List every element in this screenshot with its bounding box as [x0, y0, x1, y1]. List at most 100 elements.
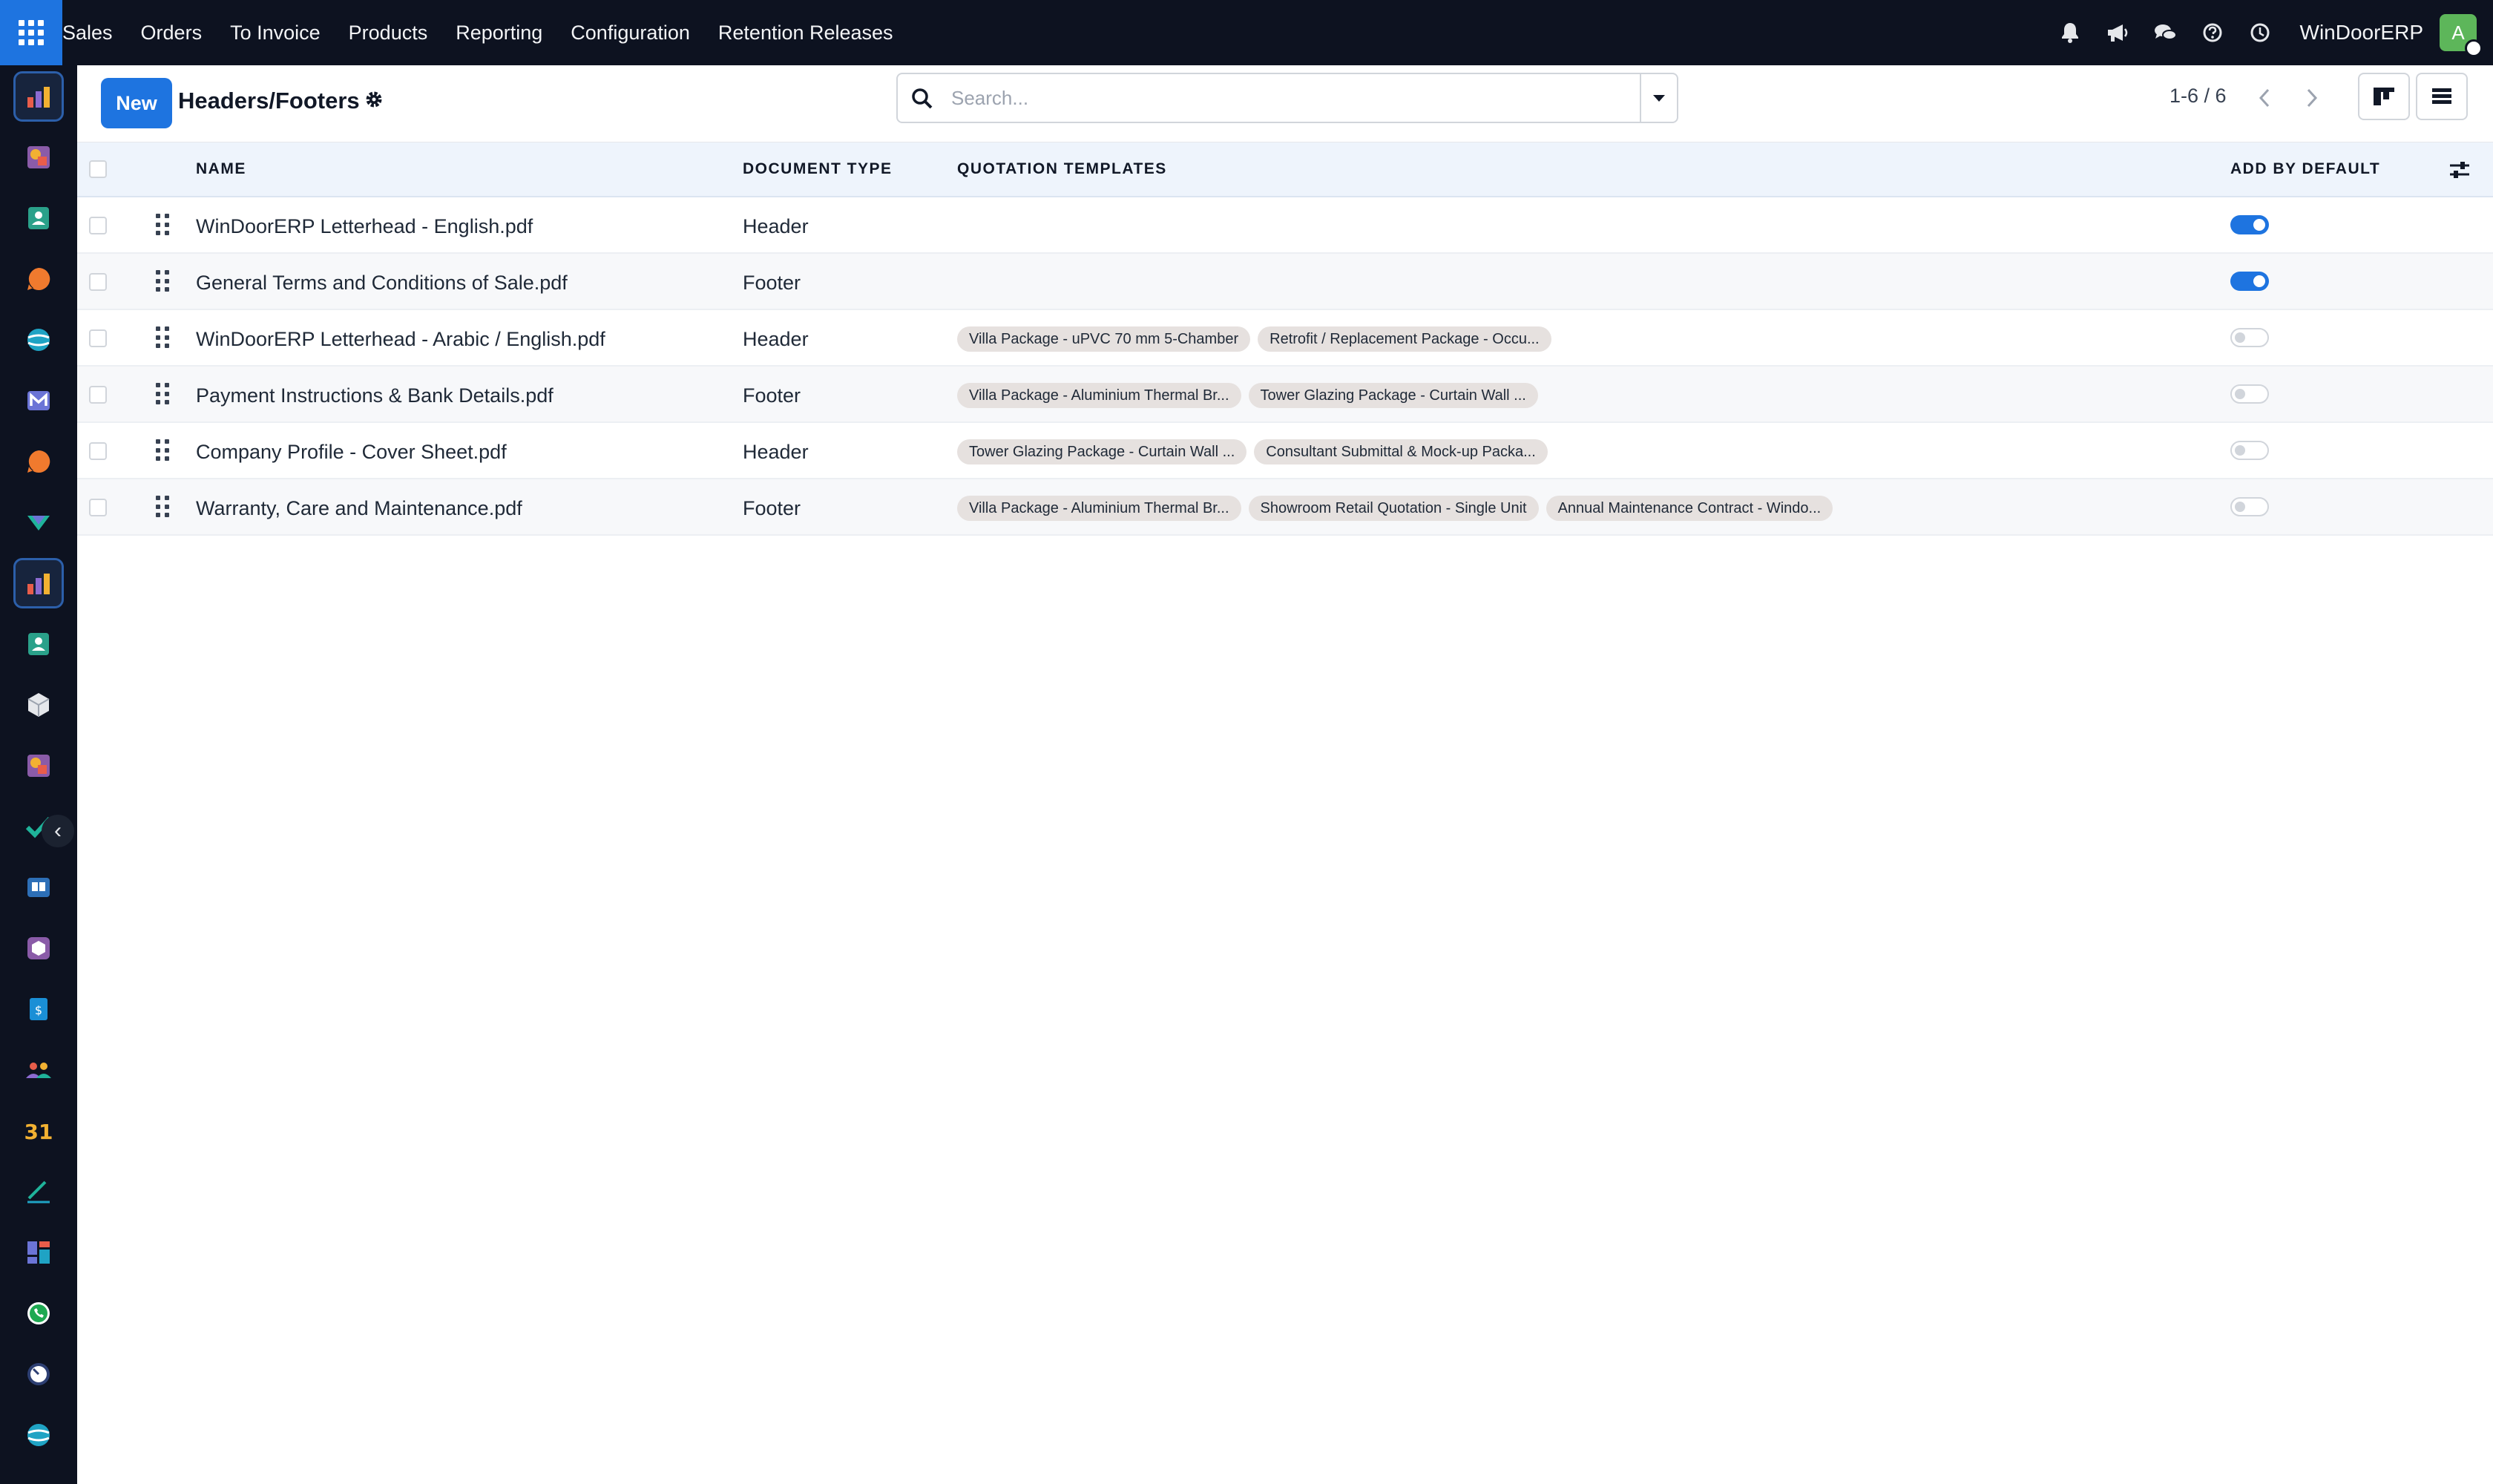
select-all-checkbox[interactable]	[89, 160, 107, 178]
add-by-default-toggle[interactable]	[2230, 215, 2269, 234]
kanban-view-button[interactable]	[2358, 73, 2410, 120]
website-app-icon[interactable]	[13, 315, 64, 365]
cell-name: Payment Instructions & Bank Details.pdf	[196, 384, 554, 407]
table-row[interactable]: Company Profile - Cover Sheet.pdf Header…	[77, 423, 2493, 479]
app-root: Sales Orders To Invoice Products Reporti…	[0, 0, 2493, 1484]
discuss-app-icon[interactable]	[13, 254, 64, 304]
chat-icon[interactable]	[2141, 0, 2189, 65]
search-options-toggle[interactable]	[1640, 74, 1677, 122]
menu-to-invoice[interactable]: To Invoice	[230, 22, 321, 45]
search-input[interactable]	[951, 82, 1619, 114]
pos-app-icon[interactable]	[13, 132, 64, 183]
knowledge-app-icon[interactable]	[13, 862, 64, 913]
gear-icon[interactable]	[362, 88, 386, 111]
cell-document-type: Header	[743, 215, 809, 237]
invoicing-app-icon[interactable]: $	[13, 984, 64, 1034]
menu-sales[interactable]: Sales	[62, 22, 113, 45]
pager-value[interactable]: 1-6 / 6	[2170, 85, 2227, 108]
table-row[interactable]: WinDoorERP Letterhead - Arabic / English…	[77, 310, 2493, 367]
row-checkbox[interactable]	[89, 386, 107, 404]
table-row[interactable]: General Terms and Conditions of Sale.pdf…	[77, 254, 2493, 310]
control-panel: New Headers/Footers 1-6 / 6	[77, 65, 2493, 142]
table-body: WinDoorERP Letterhead - English.pdf Head…	[77, 197, 2493, 536]
table-row[interactable]: WinDoorERP Letterhead - English.pdf Head…	[77, 197, 2493, 254]
calendar-app-icon[interactable]: 31	[13, 1106, 64, 1156]
top-navbar: Sales Orders To Invoice Products Reporti…	[0, 0, 2493, 65]
pager-previous-button[interactable]	[2244, 76, 2285, 120]
row-checkbox[interactable]	[89, 217, 107, 234]
presence-status-icon	[2465, 39, 2483, 57]
table-row[interactable]: Payment Instructions & Bank Details.pdf …	[77, 367, 2493, 423]
pager-next-button[interactable]	[2291, 76, 2333, 120]
template-tag[interactable]: Villa Package - Aluminium Thermal Br...	[957, 383, 1241, 408]
drag-handle-icon[interactable]	[156, 383, 171, 405]
row-checkbox[interactable]	[89, 329, 107, 347]
cell-quotation-templates: Villa Package - uPVC 70 mm 5-Chamber Ret…	[957, 326, 1559, 352]
drag-handle-icon[interactable]	[156, 270, 171, 292]
template-tag[interactable]: Retrofit / Replacement Package - Occu...	[1258, 326, 1551, 352]
app-menu-button[interactable]	[0, 0, 62, 65]
sliders-icon[interactable]	[2447, 157, 2472, 183]
dashboard-app-icon[interactable]	[13, 1227, 64, 1278]
add-by-default-toggle[interactable]	[2230, 441, 2269, 460]
menu-orders[interactable]: Orders	[141, 22, 203, 45]
sidebar-collapse-button[interactable]: ‹	[42, 815, 74, 847]
add-by-default-toggle[interactable]	[2230, 328, 2269, 347]
menu-reporting[interactable]: Reporting	[456, 22, 542, 45]
table-row[interactable]: Warranty, Care and Maintenance.pdf Foote…	[77, 479, 2493, 536]
sign-app-icon[interactable]	[13, 1166, 64, 1217]
email-marketing-app-icon[interactable]	[13, 375, 64, 426]
whatsapp-app-icon[interactable]	[13, 1288, 64, 1339]
bell-icon[interactable]	[2046, 0, 2094, 65]
drag-handle-icon[interactable]	[156, 439, 171, 462]
template-tag[interactable]: Annual Maintenance Contract - Windo...	[1546, 496, 1833, 521]
page-title: Headers/Footers	[178, 88, 360, 114]
timesheet-app-icon[interactable]	[13, 1349, 64, 1399]
template-tag[interactable]: Villa Package - uPVC 70 mm 5-Chamber	[957, 326, 1251, 352]
cell-document-type: Header	[743, 328, 809, 350]
drag-handle-icon[interactable]	[156, 496, 171, 518]
template-tag[interactable]: Villa Package - Aluminium Thermal Br...	[957, 496, 1241, 521]
package-app-icon[interactable]	[13, 923, 64, 974]
template-tag[interactable]: Tower Glazing Package - Curtain Wall ...	[1248, 383, 1538, 408]
drag-handle-icon[interactable]	[156, 326, 171, 349]
contacts-app-icon[interactable]	[13, 193, 64, 243]
column-quotation-templates[interactable]: QUOTATION TEMPLATES	[957, 160, 1167, 178]
menu-products[interactable]: Products	[349, 22, 428, 45]
cell-name: General Terms and Conditions of Sale.pdf	[196, 272, 568, 294]
template-tag[interactable]: Consultant Submittal & Mock-up Packa...	[1254, 439, 1548, 464]
sales-app-icon[interactable]	[13, 558, 64, 608]
column-name[interactable]: NAME	[196, 160, 246, 178]
employees-app-icon[interactable]	[13, 1045, 64, 1095]
sales-app-icon[interactable]	[13, 71, 64, 122]
cell-document-type: Footer	[743, 384, 801, 407]
pos-app-icon[interactable]	[13, 741, 64, 791]
megaphone-icon[interactable]	[2094, 0, 2141, 65]
row-checkbox[interactable]	[89, 273, 107, 291]
menu-retention-releases[interactable]: Retention Releases	[718, 22, 893, 45]
row-checkbox[interactable]	[89, 442, 107, 460]
clock-icon[interactable]	[2236, 0, 2284, 65]
contacts-app-icon[interactable]	[13, 619, 64, 669]
menu-configuration[interactable]: Configuration	[571, 22, 690, 45]
app-sidebar: $ 31 ‹	[0, 65, 77, 1484]
column-add-by-default[interactable]: ADD BY DEFAULT	[2230, 160, 2380, 178]
systray: WinDoorERP A	[2046, 0, 2493, 65]
add-by-default-toggle[interactable]	[2230, 384, 2269, 404]
product-app-icon[interactable]	[13, 680, 64, 730]
template-tag[interactable]: Tower Glazing Package - Curtain Wall ...	[957, 439, 1247, 464]
template-tag[interactable]: Showroom Retail Quotation - Single Unit	[1248, 496, 1539, 521]
new-button[interactable]: New	[101, 78, 172, 128]
add-by-default-toggle[interactable]	[2230, 497, 2269, 516]
add-by-default-toggle[interactable]	[2230, 272, 2269, 291]
company-name[interactable]: WinDoorERP	[2300, 21, 2423, 45]
chat-app-icon[interactable]	[13, 436, 64, 487]
row-checkbox[interactable]	[89, 499, 107, 516]
inventory-app-icon[interactable]	[13, 497, 64, 548]
drag-handle-icon[interactable]	[156, 214, 171, 236]
website-app-icon[interactable]	[13, 1410, 64, 1460]
list-view-button[interactable]	[2416, 73, 2468, 120]
user-avatar[interactable]: A	[2440, 14, 2483, 57]
column-document-type[interactable]: DOCUMENT TYPE	[743, 160, 893, 178]
help-icon[interactable]	[2189, 0, 2236, 65]
